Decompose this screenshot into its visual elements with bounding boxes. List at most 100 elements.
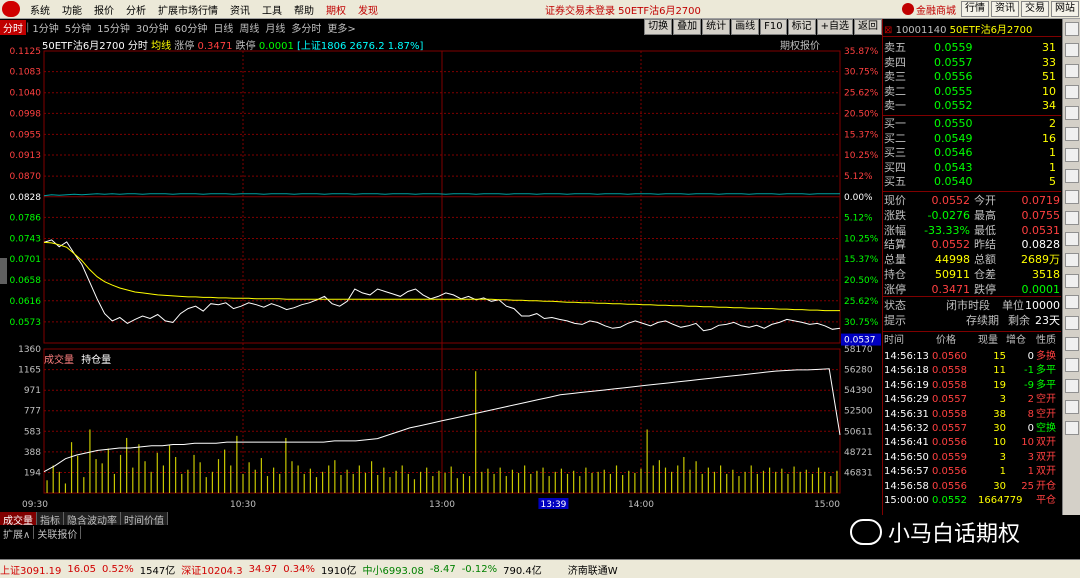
- top-button-trade[interactable]: 交易: [1021, 1, 1049, 17]
- volume-tick-label: 583: [24, 427, 41, 437]
- extension-tabs: 扩展∧ 关联报价: [0, 526, 82, 541]
- info-row: 现价 0.0552 今开 0.0719: [884, 194, 1060, 207]
- tick-row[interactable]: 14:56:29 0.0557 3 2 空开: [884, 393, 1060, 407]
- tick-row[interactable]: 14:56:50 0.0559 3 3 双开: [884, 451, 1060, 465]
- tick-row[interactable]: 14:56:18 0.0558 11 -1 多平: [884, 364, 1060, 378]
- side-tool-icon[interactable]: [1065, 379, 1079, 393]
- top-button-news[interactable]: 资讯: [991, 1, 1019, 17]
- side-tool-icon[interactable]: [1065, 127, 1079, 141]
- side-tool-icon[interactable]: [1065, 295, 1079, 309]
- bid-row[interactable]: 买三 0.0546 1: [884, 146, 1060, 160]
- tab-related-quote[interactable]: 关联报价: [34, 526, 82, 541]
- tick-row[interactable]: 14:56:57 0.0556 1 1 双开: [884, 465, 1060, 479]
- quote-code: 10001140: [895, 25, 947, 36]
- price-tick-label: 0.0616: [10, 297, 42, 307]
- pct-tick-label: 15.37%: [844, 130, 879, 140]
- tick-header: 时间 价格 现量 增仓 性质: [884, 335, 1056, 346]
- volume-tick-label: 1360: [18, 345, 41, 355]
- tick-row[interactable]: 15:00:00 0.0552 1664779 平仓: [884, 494, 1060, 508]
- right-toolbar: [1062, 19, 1080, 515]
- ask-row[interactable]: 卖三 0.0556 51: [884, 70, 1060, 84]
- top-button-website[interactable]: 网站: [1051, 1, 1079, 17]
- bid-row[interactable]: 买四 0.0543 1: [884, 161, 1060, 175]
- status-bar: 上证3091.19 16.05 0.52% 1547亿 深证10204.3 34…: [0, 559, 1080, 578]
- left-panel-handle[interactable]: [0, 258, 7, 284]
- pct-tick-label: 25.62%: [844, 297, 879, 307]
- side-tool-icon[interactable]: [1065, 316, 1079, 330]
- volume-legend-oi: 持仓量: [81, 355, 112, 366]
- time-tick-label: 09:30: [22, 500, 48, 510]
- side-tool-icon[interactable]: [1065, 211, 1079, 225]
- tick-row[interactable]: 14:56:41 0.0556 10 10 双开: [884, 436, 1060, 450]
- tick-row[interactable]: 14:56:32 0.0557 30 0 空换: [884, 422, 1060, 436]
- info-row: 涨幅 -33.33% 最低 0.0531: [884, 223, 1060, 237]
- side-tool-icon[interactable]: [1065, 337, 1079, 351]
- bid-row[interactable]: 买五 0.0540 5: [884, 175, 1060, 189]
- side-tool-icon[interactable]: [1065, 169, 1079, 183]
- bid-row[interactable]: 买二 0.0549 16: [884, 132, 1060, 146]
- oi-tick-label: 48721: [844, 448, 873, 458]
- hint-row: 提示 存续期 剩余 23天: [884, 314, 1060, 327]
- sz-index[interactable]: 深证10204.3: [181, 562, 242, 577]
- intraday-chart[interactable]: 0.1125 35.87% 0.1083 30.75% 0.1040 25.62% 0.09…: [0, 0, 882, 512]
- tab-implied-volatility[interactable]: 隐含波动率: [64, 512, 121, 527]
- tick-row[interactable]: 14:56:19 0.0558 19 -9 多平: [884, 379, 1060, 393]
- oi-tick-label: 46831: [844, 468, 873, 478]
- tab-time-value[interactable]: 时间价值: [121, 512, 168, 527]
- pct-tick-label: 20.50%: [844, 109, 879, 119]
- oi-tick-label: 52500: [844, 407, 873, 417]
- top-button-market[interactable]: 行情: [961, 1, 989, 17]
- tab-expand[interactable]: 扩展∧: [0, 526, 35, 541]
- side-tool-icon[interactable]: [1065, 421, 1079, 435]
- ask-row[interactable]: 卖一 0.0552 34: [884, 99, 1060, 113]
- tab-volume[interactable]: 成交量: [0, 512, 37, 527]
- brand-icon: [902, 3, 914, 15]
- side-tool-icon[interactable]: [1065, 43, 1079, 57]
- tab-indicator[interactable]: 指标: [37, 512, 64, 527]
- side-tool-icon[interactable]: [1065, 190, 1079, 204]
- sh-index[interactable]: 上证3091.19: [0, 562, 61, 577]
- volume-tick-label: 971: [24, 386, 41, 396]
- price-tick-label: 0.1040: [10, 89, 42, 99]
- zx-index[interactable]: 中小6993.08: [362, 562, 423, 577]
- price-tick-label: 0.0701: [10, 255, 42, 265]
- side-tool-icon[interactable]: [1065, 232, 1079, 246]
- pct-tick-label: 35.87%: [844, 47, 879, 57]
- info-row: 涨停 0.3471 跌停 0.0001: [884, 282, 1060, 296]
- broker-server[interactable]: 济南联通W: [568, 562, 618, 577]
- oi-tick-label: 50611: [844, 427, 873, 437]
- side-tool-icon[interactable]: [1065, 64, 1079, 78]
- side-tool-icon[interactable]: [1065, 85, 1079, 99]
- side-tool-icon[interactable]: [1065, 274, 1079, 288]
- bookmark-icon: ⊠: [884, 25, 893, 36]
- pct-tick-label: 5.12%: [844, 213, 873, 223]
- side-tool-icon[interactable]: [1065, 400, 1079, 414]
- side-tool-icon[interactable]: [1065, 148, 1079, 162]
- tick-row[interactable]: 14:56:31 0.0558 38 8 空开: [884, 408, 1060, 422]
- price-tick-label: 0.0913: [10, 151, 42, 161]
- price-tick-label: 0.0998: [10, 109, 42, 119]
- tick-row[interactable]: 14:56:13 0.0560 15 0 多换: [884, 350, 1060, 364]
- brand-link[interactable]: 金融商城: [902, 2, 956, 17]
- price-tick-label: 0.0786: [10, 213, 42, 223]
- pct-tick-label: 10.25%: [844, 151, 879, 161]
- volume-tick-label: 777: [24, 407, 41, 417]
- ask-row[interactable]: 卖四 0.0557 33: [884, 56, 1060, 70]
- price-tick-label: 0.1083: [10, 68, 42, 78]
- side-tool-icon[interactable]: [1065, 253, 1079, 267]
- volume-legend-volume: 成交量: [44, 355, 74, 366]
- info-row: 涨跌 -0.0276 最高 0.0755: [884, 208, 1060, 222]
- ask-row[interactable]: 卖五 0.0559 31: [884, 41, 1060, 55]
- price-tick-label: 0.0955: [10, 130, 42, 140]
- side-tool-icon[interactable]: [1065, 106, 1079, 120]
- pct-tick-label: 30.75%: [844, 68, 879, 78]
- quote-name: 50ETF沽6月2700: [949, 25, 1033, 36]
- price-tick-label: 0.0658: [10, 276, 42, 286]
- side-tool-icon[interactable]: [1065, 22, 1079, 36]
- time-tick-label: 10:30: [230, 500, 256, 510]
- ask-row[interactable]: 卖二 0.0555 10: [884, 85, 1060, 99]
- side-tool-icon[interactable]: [1065, 358, 1079, 372]
- tick-row[interactable]: 14:56:58 0.0556 30 25 开仓: [884, 480, 1060, 494]
- bid-row[interactable]: 买一 0.0550 2: [884, 117, 1060, 131]
- volume-tick-label: 194: [24, 468, 41, 478]
